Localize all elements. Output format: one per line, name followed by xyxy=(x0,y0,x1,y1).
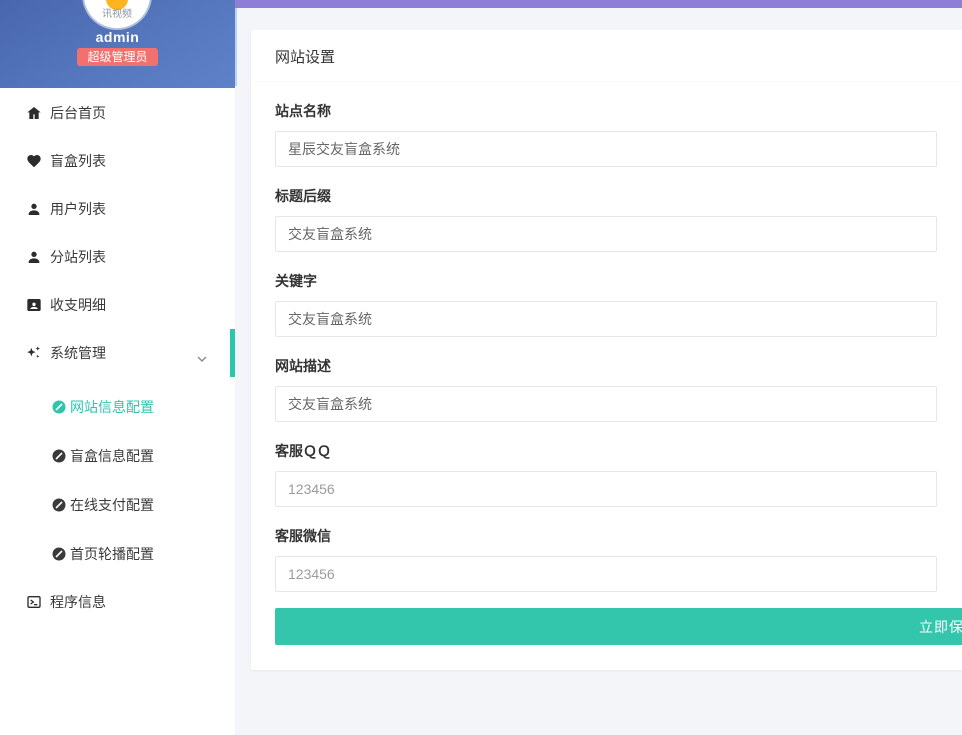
sidebar-item-label: 系统管理 xyxy=(50,345,106,361)
sidebar-header: 讯视频 admin 超级管理员 xyxy=(0,0,235,88)
active-menu-indicator xyxy=(230,329,235,377)
service-qq-input[interactable] xyxy=(275,471,937,507)
sidebar-item-dashboard[interactable]: 后台首页 xyxy=(0,89,235,137)
field-label: 客服微信 xyxy=(275,528,331,544)
sidebar-subitem-label: 首页轮播配置 xyxy=(70,545,154,562)
page-title: 网站设置 xyxy=(251,30,962,82)
home-icon xyxy=(25,105,42,122)
svg-text:讯视频: 讯视频 xyxy=(102,7,132,20)
sidebar-subitem-site-info-config[interactable]: 网站信息配置 xyxy=(0,382,235,431)
field-label: 站点名称 xyxy=(275,103,331,119)
user-icon xyxy=(25,201,42,218)
circle-slash-icon xyxy=(52,498,66,512)
settings-card: 网站设置 站点名称 标题后缀 关键字 网站描述 客服ＱＱ xyxy=(251,30,962,670)
site-name-input[interactable] xyxy=(275,131,937,167)
sidebar-subitem-label: 盲盒信息配置 xyxy=(70,447,154,464)
form-group-title-suffix: 标题后缀 xyxy=(275,186,962,252)
field-label: 标题后缀 xyxy=(275,188,331,204)
sidebar-item-label: 收支明细 xyxy=(50,297,106,313)
terminal-icon xyxy=(25,594,42,611)
settings-form: 站点名称 标题后缀 关键字 网站描述 客服ＱＱ 客服微信 xyxy=(251,101,962,645)
sidebar-item-label: 分站列表 xyxy=(50,249,106,265)
sidebar-item-user-list[interactable]: 用户列表 xyxy=(0,185,235,233)
form-group-keywords: 关键字 xyxy=(275,271,962,337)
form-group-service-qq: 客服ＱＱ xyxy=(275,441,962,507)
sidebar-item-blindbox-list[interactable]: 盲盒列表 xyxy=(0,137,235,185)
sparkles-icon xyxy=(25,345,42,362)
site-description-input[interactable] xyxy=(275,386,937,422)
avatar: 讯视频 xyxy=(84,0,150,28)
user-icon xyxy=(25,249,42,266)
sidebar-menu: 后台首页 盲盒列表 用户列表 分站列表 收支明细 系统管理 网站信息配置 盲盒信… xyxy=(0,88,235,626)
role-badge: 超级管理员 xyxy=(77,48,158,66)
avatar-logo-icon: 讯视频 xyxy=(84,0,150,28)
heart-icon xyxy=(25,153,42,170)
username: admin xyxy=(95,29,140,45)
field-label: 客服ＱＱ xyxy=(275,443,331,459)
form-group-service-wechat: 客服微信 xyxy=(275,526,962,592)
sidebar-subitem-online-payment-config[interactable]: 在线支付配置 xyxy=(0,480,235,529)
sidebar-item-substation-list[interactable]: 分站列表 xyxy=(0,233,235,281)
sidebar-subitem-label: 在线支付配置 xyxy=(70,496,154,513)
sidebar-item-label: 用户列表 xyxy=(50,201,106,217)
top-accent-bar xyxy=(235,0,962,8)
title-suffix-input[interactable] xyxy=(275,216,937,252)
sidebar-subitem-label: 网站信息配置 xyxy=(70,398,154,415)
sidebar-item-label: 后台首页 xyxy=(50,105,106,121)
sidebar-item-finance-detail[interactable]: 收支明细 xyxy=(0,281,235,329)
sidebar-subitem-homepage-carousel-config[interactable]: 首页轮播配置 xyxy=(0,529,235,578)
sidebar-submenu: 网站信息配置 盲盒信息配置 在线支付配置 首页轮播配置 xyxy=(0,377,235,578)
sidebar-item-system-management[interactable]: 系统管理 xyxy=(0,329,235,377)
field-label: 网站描述 xyxy=(275,358,331,374)
form-group-site-name: 站点名称 xyxy=(275,101,962,167)
circle-slash-icon xyxy=(52,449,66,463)
sidebar: 讯视频 admin 超级管理员 后台首页 盲盒列表 用户列表 分站列表 收支明细… xyxy=(0,0,235,735)
sidebar-item-label: 程序信息 xyxy=(50,594,106,610)
sidebar-subitem-blindbox-info-config[interactable]: 盲盒信息配置 xyxy=(0,431,235,480)
service-wechat-input[interactable] xyxy=(275,556,937,592)
main-content: 网站设置 站点名称 标题后缀 关键字 网站描述 客服ＱＱ xyxy=(235,0,962,735)
circle-slash-icon xyxy=(52,547,66,561)
sidebar-item-label: 盲盒列表 xyxy=(50,153,106,169)
sidebar-scrollbar-thumb[interactable] xyxy=(235,8,237,86)
keywords-input[interactable] xyxy=(275,301,937,337)
form-group-site-description: 网站描述 xyxy=(275,356,962,422)
save-button[interactable]: 立即保存 xyxy=(275,608,962,645)
sidebar-item-program-info[interactable]: 程序信息 xyxy=(0,578,235,626)
field-label: 关键字 xyxy=(275,273,317,289)
circle-slash-icon xyxy=(52,400,66,414)
chevron-down-icon xyxy=(197,350,207,368)
contact-card-icon xyxy=(25,297,42,314)
